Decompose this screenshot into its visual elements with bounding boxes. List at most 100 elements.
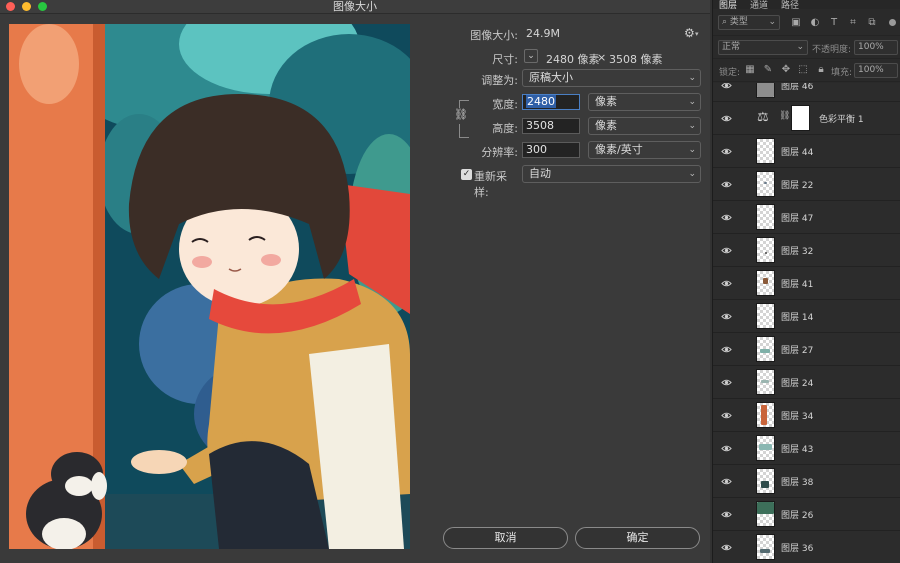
layer-thumbnail[interactable] bbox=[756, 369, 775, 395]
lock-artboard-icon[interactable]: ⬚ bbox=[797, 64, 809, 75]
layer-list[interactable]: 图层 46 ⚖ ⛓ 色彩平衡 1 图层 44 图层 22 图层 47 图层 32 图层 41 图层… bbox=[713, 83, 900, 563]
chevron-down-icon: ⌄ bbox=[688, 97, 696, 107]
resolution-unit-select[interactable]: 像素/英寸 ⌄ bbox=[588, 141, 701, 159]
layer-row[interactable]: 图层 22 bbox=[713, 168, 900, 201]
layer-thumbnail[interactable] bbox=[756, 83, 775, 98]
height-input[interactable]: 3508 bbox=[522, 118, 580, 134]
layer-thumbnail[interactable] bbox=[756, 534, 775, 560]
balance-icon: ⚖ bbox=[757, 110, 769, 125]
layer-row[interactable]: ⚖ ⛓ 色彩平衡 1 bbox=[713, 102, 900, 135]
layer-row[interactable]: 图层 26 bbox=[713, 498, 900, 531]
eye-icon[interactable] bbox=[721, 146, 732, 157]
eye-icon[interactable] bbox=[721, 113, 732, 124]
width-input[interactable]: 2480 bbox=[522, 94, 580, 110]
resample-select[interactable]: 自动 ⌄ bbox=[522, 165, 701, 183]
resolution-value: 300 bbox=[526, 143, 547, 156]
eye-icon[interactable] bbox=[721, 509, 732, 520]
layer-thumbnail[interactable] bbox=[756, 138, 775, 164]
layer-row[interactable]: 图层 47 bbox=[713, 201, 900, 234]
smart-object-filter-icon[interactable]: ⧉ bbox=[866, 17, 878, 28]
image-size-dialog: 图像大小 图像大小: 24.9M ⚙ ▾ 尺寸: ⌄ 2480 像素 × 350… bbox=[0, 0, 710, 563]
resolution-input[interactable]: 300 bbox=[522, 142, 580, 158]
eye-icon[interactable] bbox=[721, 179, 732, 190]
layer-name: 图层 14 bbox=[781, 313, 814, 323]
layer-row[interactable]: 图层 36 bbox=[713, 531, 900, 563]
lock-image-icon[interactable]: ✎ bbox=[762, 64, 774, 75]
layer-row[interactable]: 图层 27 bbox=[713, 333, 900, 366]
width-unit-select[interactable]: 像素 ⌄ bbox=[588, 93, 701, 111]
blend-mode-select[interactable]: 正常 ⌄ bbox=[718, 40, 808, 55]
layer-name: 图层 47 bbox=[781, 214, 814, 224]
filter-kind-select[interactable]: ⌕ 类型 ⌄ bbox=[718, 15, 780, 30]
layer-row[interactable]: 图层 41 bbox=[713, 267, 900, 300]
dimensions-units-toggle[interactable]: ⌄ bbox=[524, 49, 538, 63]
layer-row[interactable]: 图层 38 bbox=[713, 465, 900, 498]
layer-mask-thumbnail[interactable] bbox=[791, 105, 810, 131]
panel-tabs: 图层 通道 路径 bbox=[713, 0, 900, 11]
layer-thumbnail[interactable] bbox=[756, 402, 775, 428]
layer-thumbnail[interactable] bbox=[756, 501, 775, 527]
height-value: 3508 bbox=[526, 119, 554, 132]
eye-icon[interactable] bbox=[721, 245, 732, 256]
layer-thumbnail[interactable] bbox=[756, 303, 775, 329]
image-preview[interactable] bbox=[9, 24, 410, 549]
fit-to-select[interactable]: 原稿大小 ⌄ bbox=[522, 69, 701, 87]
layer-thumbnail[interactable] bbox=[756, 435, 775, 461]
layer-name: 图层 36 bbox=[781, 544, 814, 554]
eye-icon[interactable] bbox=[721, 443, 732, 454]
mask-link-icon[interactable]: ⛓ bbox=[779, 111, 790, 121]
fill-input[interactable]: 100% bbox=[854, 63, 898, 78]
adjustment-filter-icon[interactable]: ◐ bbox=[809, 17, 821, 28]
layer-name: 图层 24 bbox=[781, 379, 814, 389]
eye-icon[interactable] bbox=[721, 410, 732, 421]
layer-name: 图层 26 bbox=[781, 511, 814, 521]
layer-thumbnail[interactable] bbox=[756, 204, 775, 230]
eye-icon[interactable] bbox=[721, 377, 732, 388]
resolution-label: 分辨率: bbox=[481, 146, 518, 159]
layer-row[interactable]: 图层 34 bbox=[713, 399, 900, 432]
layer-row[interactable]: 图层 44 bbox=[713, 135, 900, 168]
image-size-label: 图像大小: bbox=[470, 29, 518, 42]
eye-icon[interactable] bbox=[721, 83, 732, 91]
eye-icon[interactable] bbox=[721, 542, 732, 553]
fit-to-value: 原稿大小 bbox=[529, 71, 573, 84]
layer-name: 色彩平衡 1 bbox=[819, 115, 864, 125]
layer-name: 图层 38 bbox=[781, 478, 814, 488]
height-unit-select[interactable]: 像素 ⌄ bbox=[588, 117, 701, 135]
layer-row[interactable]: 图层 24 bbox=[713, 366, 900, 399]
ok-button[interactable]: 确定 bbox=[575, 527, 700, 549]
layer-thumbnail[interactable] bbox=[756, 468, 775, 494]
shape-filter-icon[interactable]: ⌗ bbox=[847, 17, 859, 28]
opacity-input[interactable]: 100% bbox=[854, 40, 898, 55]
chevron-down-icon: ⌄ bbox=[796, 42, 804, 52]
layer-row[interactable]: 图层 46 bbox=[713, 83, 900, 102]
resample-checkbox[interactable]: ✓ bbox=[461, 169, 472, 180]
cancel-button[interactable]: 取消 bbox=[443, 527, 568, 549]
eye-icon[interactable] bbox=[721, 311, 732, 322]
layer-thumbnail[interactable] bbox=[756, 270, 775, 296]
layer-name: 图层 41 bbox=[781, 280, 814, 290]
layer-row[interactable]: 图层 14 bbox=[713, 300, 900, 333]
eye-icon[interactable] bbox=[721, 344, 732, 355]
eye-icon[interactable] bbox=[721, 212, 732, 223]
layer-thumbnail[interactable] bbox=[756, 336, 775, 362]
eye-icon[interactable] bbox=[721, 476, 732, 487]
layer-thumbnail[interactable] bbox=[756, 237, 775, 263]
type-filter-icon[interactable]: T bbox=[828, 17, 840, 28]
lock-label: 锁定: bbox=[719, 68, 741, 78]
lock-all-icon[interactable]: 🔒︎ bbox=[815, 64, 827, 75]
layer-row[interactable]: 图层 32 bbox=[713, 234, 900, 267]
gear-icon[interactable]: ⚙ bbox=[684, 26, 695, 40]
filter-toggle-icon[interactable] bbox=[889, 19, 896, 26]
image-filter-icon[interactable]: ▣ bbox=[790, 17, 802, 28]
blend-mode-value: 正常 bbox=[722, 42, 741, 52]
lock-transparent-icon[interactable]: ▦ bbox=[744, 64, 756, 75]
eye-icon[interactable] bbox=[721, 278, 732, 289]
chevron-down-icon[interactable]: ▾ bbox=[695, 30, 699, 38]
resolution-unit-value: 像素/英寸 bbox=[595, 143, 643, 156]
layer-row[interactable]: 图层 43 bbox=[713, 432, 900, 465]
lock-position-icon[interactable]: ✥ bbox=[780, 64, 792, 75]
lock-row: 锁定: ▦ ✎ ✥ ⬚ 🔒︎ 填充: 100% bbox=[713, 60, 900, 82]
layer-thumbnail[interactable] bbox=[756, 171, 775, 197]
layer-name: 图层 27 bbox=[781, 346, 814, 356]
